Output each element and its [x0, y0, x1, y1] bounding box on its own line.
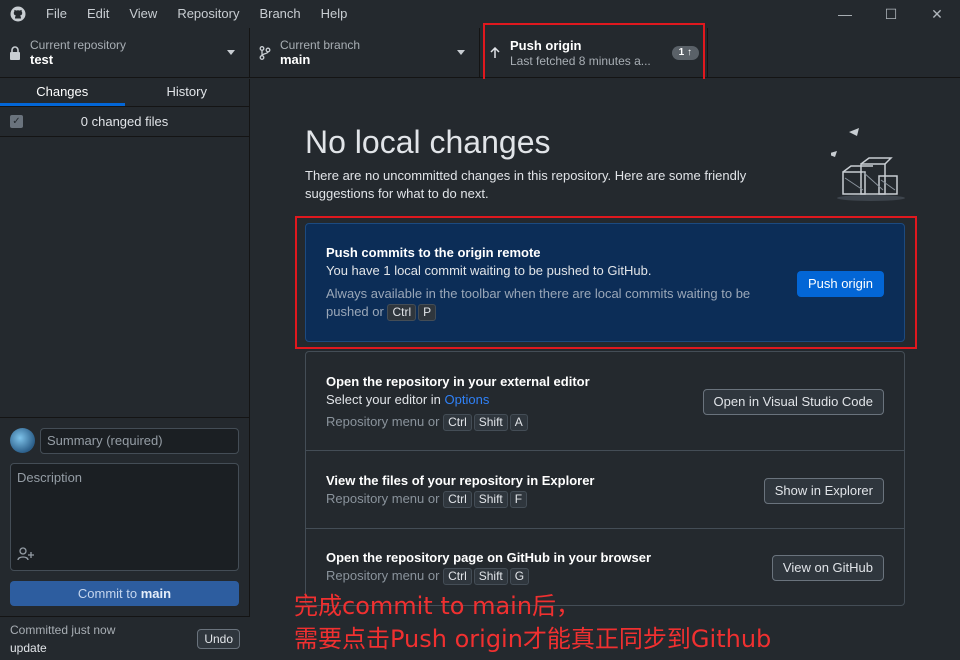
tab-changes[interactable]: Changes — [0, 79, 125, 106]
branch-value: main — [280, 52, 311, 67]
repo-lock-icon — [0, 46, 30, 60]
view-on-github-button[interactable]: View on GitHub — [771, 555, 884, 581]
editor-title: Open the repository in your external edi… — [326, 374, 590, 389]
explorer-hint: Repository menu or Ctrl Shift F — [326, 491, 529, 508]
github-hint: Repository menu or Ctrl Shift G — [326, 568, 531, 585]
maximize-button[interactable]: ☐ — [868, 0, 914, 28]
changed-files-count: 0 changed files — [80, 114, 169, 129]
repo-value: test — [30, 52, 54, 67]
editor-hint-prefix: Repository menu or — [326, 414, 440, 429]
open-in-vscode-button[interactable]: Open in Visual Studio Code — [702, 389, 884, 415]
highlight-box-toolbar-push — [483, 23, 705, 83]
kbd-f: F — [509, 491, 528, 508]
last-commit-time: Committed just now — [10, 623, 116, 637]
sidebar: Changes History ✓ 0 changed files Summar… — [0, 79, 250, 660]
description-input[interactable]: Description — [10, 463, 239, 571]
boxes-illustration-icon — [831, 128, 905, 201]
editor-desc-prefix: Select your editor in — [326, 392, 441, 407]
kbd-shift: Shift — [473, 414, 508, 431]
github-logo-icon — [0, 0, 36, 28]
add-coauthor-icon[interactable] — [17, 547, 35, 564]
menu-help[interactable]: Help — [311, 0, 358, 28]
kbd-ctrl: Ctrl — [443, 568, 472, 585]
kbd-ctrl: Ctrl — [443, 491, 472, 508]
undo-button[interactable]: Undo — [197, 629, 240, 649]
explorer-title: View the files of your repository in Exp… — [326, 473, 595, 488]
toolbar: Current repository test Current branch m… — [0, 28, 960, 78]
menu-edit[interactable]: Edit — [77, 0, 119, 28]
current-repository-button[interactable]: Current repository test — [0, 28, 250, 78]
page-title: No local changes — [305, 124, 551, 160]
show-in-explorer-button[interactable]: Show in Explorer — [763, 478, 884, 504]
commit-form: Summary (required) Description Commit to… — [0, 417, 250, 617]
kbd-shift: Shift — [473, 491, 508, 508]
last-commit-message: update — [10, 641, 47, 655]
commit-branch: main — [140, 586, 172, 601]
tab-history[interactable]: History — [125, 79, 250, 106]
chevron-down-icon — [457, 50, 465, 55]
title-bar: File Edit View Repository Branch Help — … — [0, 0, 960, 28]
menu-file[interactable]: File — [36, 0, 77, 28]
highlight-box-push-card — [295, 216, 917, 349]
git-branch-icon — [250, 46, 280, 60]
editor-hint: Repository menu or Ctrl Shift A — [326, 414, 530, 431]
page-subtitle: There are no uncommitted changes in this… — [305, 168, 747, 201]
avatar — [10, 428, 35, 453]
close-button[interactable]: ✕ — [914, 0, 960, 28]
explorer-hint-prefix: Repository menu or — [326, 491, 440, 506]
branch-label: Current branch — [280, 38, 361, 52]
menu-branch[interactable]: Branch — [249, 0, 310, 28]
summary-input[interactable]: Summary (required) — [40, 428, 239, 454]
annotation-line-2: 需要点击Push origin才能真正同步到Github — [294, 625, 772, 653]
kbd-ctrl: Ctrl — [443, 414, 472, 431]
github-title: Open the repository page on GitHub in yo… — [326, 550, 652, 565]
kbd-shift: Shift — [473, 568, 508, 585]
explorer-suggestion: View the files of your repository in Exp… — [306, 451, 904, 528]
last-commit-bar: Committed just now update Undo — [0, 616, 250, 660]
main-content: No local changes There are no uncommitte… — [251, 79, 960, 660]
options-link[interactable]: Options — [445, 392, 490, 407]
current-branch-button[interactable]: Current branch main — [250, 28, 480, 78]
repo-label: Current repository — [30, 38, 127, 52]
commit-prefix: Commit to — [77, 586, 138, 601]
annotation-line-1: 完成commit to main后， — [294, 592, 581, 620]
suggestions-list: Open the repository in your external edi… — [305, 351, 905, 606]
description-placeholder: Description — [17, 470, 83, 485]
annotation-text: 完成commit to main后， 需要点击Push origin才能真正同步… — [294, 590, 771, 656]
minimize-button[interactable]: — — [822, 0, 868, 28]
select-all-checkbox[interactable]: ✓ — [10, 115, 23, 128]
chevron-down-icon — [227, 50, 235, 55]
kbd-g: G — [509, 568, 530, 585]
editor-desc: Select your editor in Options — [326, 392, 489, 407]
editor-suggestion: Open the repository in your external edi… — [306, 352, 904, 450]
commit-button[interactable]: Commit to main — [10, 581, 239, 606]
github-hint-prefix: Repository menu or — [326, 568, 440, 583]
menu-repository[interactable]: Repository — [167, 0, 249, 28]
menu-view[interactable]: View — [119, 0, 167, 28]
kbd-a: A — [509, 414, 528, 431]
changed-files-header: ✓ 0 changed files — [0, 107, 249, 137]
